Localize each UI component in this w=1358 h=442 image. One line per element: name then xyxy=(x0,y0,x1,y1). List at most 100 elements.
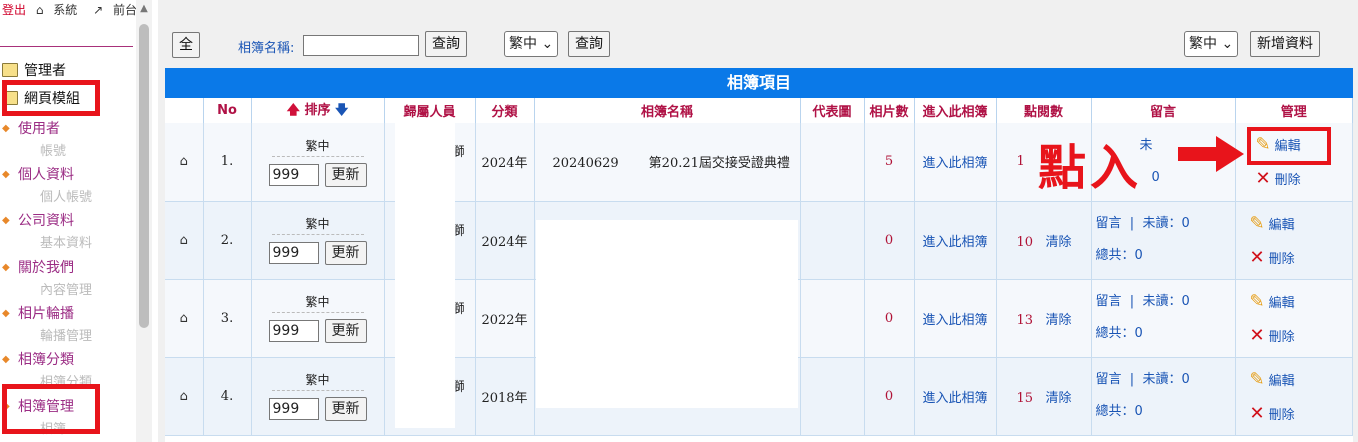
arrow-icon: ◆ xyxy=(2,307,10,319)
chevron-down-icon: ⌄ xyxy=(1221,36,1234,52)
sidebar-item-about[interactable]: ◆ 關於我們 xyxy=(2,257,74,277)
delete-label: 刪除 xyxy=(1274,173,1301,189)
main-panel: 全 相簿名稱: 查詢 繁中 ⌄ 查詢 繁中 ⌄ 新增資料 相簿項目 No 🡅 排… xyxy=(160,0,1358,442)
row-album-name[interactable]: 20240629 第20.21屆交接受證典禮 xyxy=(534,123,801,202)
sidebar-scrollbar[interactable]: ▲ xyxy=(136,0,152,442)
search-label: 相簿名稱: xyxy=(238,41,295,56)
row-messages: 留言 | 未讀：0 總共：0 xyxy=(1091,279,1236,358)
row-language: 繁中 xyxy=(271,293,364,313)
views-count: 15 xyxy=(1016,390,1034,406)
enter-album-link[interactable]: 進入此相簿 xyxy=(914,123,997,202)
messages-total: 0 xyxy=(1151,169,1160,185)
sidebar-sub-carousel[interactable]: 輪播管理 xyxy=(40,325,92,344)
clear-views-link[interactable]: 清除 xyxy=(1045,391,1071,406)
views-count: 1 xyxy=(1016,154,1025,170)
views-count: 10 xyxy=(1016,234,1034,250)
sidebar-sub-personal-account[interactable]: 個人帳號 xyxy=(40,186,92,205)
add-new-button[interactable]: 新增資料 xyxy=(1250,31,1320,57)
language-select-value: 繁中 xyxy=(1189,36,1217,52)
home-icon[interactable]: ⌂ xyxy=(180,389,188,404)
pencil-icon: ✎ xyxy=(1249,212,1265,234)
sidebar-item-profile[interactable]: ◆ 個人資料 xyxy=(2,164,74,184)
album-table: 相簿項目 No 🡅 排序 🡇 歸屬人員 分類 相簿名稱 代表圖 相片數 進入此相… xyxy=(165,68,1353,442)
edit-label: 編輯 xyxy=(1268,295,1295,311)
row-photo-count: 0 xyxy=(864,357,915,436)
close-icon: ✕ xyxy=(1249,402,1265,424)
row-number: 3. xyxy=(203,279,252,358)
row-cover xyxy=(800,357,865,436)
delete-button[interactable]: ✕ 刪除 xyxy=(1250,240,1353,274)
sidebar-item-label: 公司資料 xyxy=(18,213,74,229)
sidebar-item-users[interactable]: ◆ 使用者 xyxy=(2,118,60,138)
close-icon: ✕ xyxy=(1249,324,1265,346)
query-lang-button[interactable]: 查詢 xyxy=(568,31,610,57)
system-link[interactable]: ⌂ 系統 xyxy=(36,3,83,17)
sidebar-sub-basic-info[interactable]: 基本資料 xyxy=(40,232,92,251)
chevron-down-icon: ⌄ xyxy=(541,36,554,52)
row-manage: ✎ 編輯 ✕ 刪除 xyxy=(1235,201,1353,280)
clear-views-link[interactable]: 清除 xyxy=(1045,313,1071,328)
delete-button[interactable]: ✕ 刪除 xyxy=(1250,318,1353,352)
annotation-arrow-icon xyxy=(1178,136,1244,172)
messages-link[interactable]: 留言 xyxy=(1096,372,1122,387)
edit-button[interactable]: ✎ 編輯 xyxy=(1250,284,1353,318)
order-input[interactable]: 999 xyxy=(268,242,319,264)
messages-unread: 未讀：0 xyxy=(1142,372,1190,387)
sidebar-folder-admin[interactable]: 管理者 xyxy=(2,60,66,80)
clear-views-link[interactable]: 清除 xyxy=(1045,235,1071,250)
enter-album-link[interactable]: 進入此相簿 xyxy=(914,279,997,358)
sidebar-item-carousel[interactable]: ◆ 相片輪播 xyxy=(2,303,74,323)
messages-link[interactable]: 留言 xyxy=(1096,216,1122,231)
messages-unread: 未讀：0 xyxy=(1142,216,1190,231)
update-order-button[interactable]: 更新 xyxy=(324,319,367,343)
home-icon[interactable]: ⌂ xyxy=(180,311,188,326)
update-order-button[interactable]: 更新 xyxy=(324,241,367,265)
album-name-search-input[interactable] xyxy=(303,35,419,56)
row-views: 10 清除 xyxy=(996,201,1092,280)
enter-album-link[interactable]: 進入此相簿 xyxy=(914,201,997,280)
sidebar-sub-accounts[interactable]: 帳號 xyxy=(40,140,66,159)
home-icon[interactable]: ⌂ xyxy=(180,154,188,169)
sort-up-icon[interactable]: 🡅 xyxy=(287,103,300,118)
row-photo-count: 0 xyxy=(864,201,915,280)
header-album-name: 相簿名稱 xyxy=(534,98,801,123)
row-language: 繁中 xyxy=(271,215,364,235)
sidebar-item-company[interactable]: ◆ 公司資料 xyxy=(2,210,74,230)
home-icon[interactable]: ⌂ xyxy=(180,233,188,248)
edit-button[interactable]: ✎ 編輯 xyxy=(1250,362,1353,396)
order-input[interactable]: 999 xyxy=(268,163,319,186)
close-icon: ✕ xyxy=(1249,246,1265,268)
order-input[interactable]: 999 xyxy=(268,398,319,420)
row-order-cell: 繁中 999 更新 xyxy=(251,123,385,202)
row-order-cell: 繁中 999 更新 xyxy=(251,201,385,280)
delete-button[interactable]: ✕ 刪除 xyxy=(1250,162,1353,196)
sort-down-icon[interactable]: 🡇 xyxy=(335,103,348,118)
query-button[interactable]: 查詢 xyxy=(425,31,467,57)
row-category: 2018年 xyxy=(475,357,535,436)
arrow-icon: ◆ xyxy=(2,168,10,180)
update-order-button[interactable]: 更新 xyxy=(324,397,367,421)
logout-link[interactable]: 登出 xyxy=(2,3,26,17)
messages-total: 總共：0 xyxy=(1095,248,1143,263)
order-input[interactable]: 999 xyxy=(268,320,319,342)
enter-album-link[interactable]: 進入此相簿 xyxy=(914,357,997,436)
header-messages: 留言 xyxy=(1091,98,1236,123)
sidebar-item-label: 關於我們 xyxy=(18,260,74,276)
language-select[interactable]: 繁中 ⌄ xyxy=(504,31,559,57)
sidebar-item-album-category[interactable]: ◆ 相簿分類 xyxy=(2,349,74,369)
row-order-cell: 繁中 999 更新 xyxy=(251,279,385,358)
messages-link[interactable]: 留言 xyxy=(1096,294,1122,309)
sidebar-sub-content[interactable]: 內容管理 xyxy=(40,279,92,298)
language-select-right[interactable]: 繁中 ⌄ xyxy=(1184,31,1239,57)
update-order-button[interactable]: 更新 xyxy=(324,162,367,187)
album-name-text: 第20.21屆交接受證典禮 xyxy=(648,156,790,172)
table-title: 相簿項目 xyxy=(165,68,1353,98)
scroll-up-icon[interactable]: ▲ xyxy=(136,2,152,16)
edit-button[interactable]: ✎ 編輯 xyxy=(1250,206,1353,240)
show-all-button[interactable]: 全 xyxy=(172,32,200,58)
delete-button[interactable]: ✕ 刪除 xyxy=(1250,396,1353,430)
scrollbar-thumb[interactable] xyxy=(139,24,149,328)
annotation-click-text: 點入 xyxy=(1038,140,1143,196)
row-manage: ✎ 編輯 ✕ 刪除 xyxy=(1235,357,1353,436)
sidebar-divider xyxy=(0,46,133,47)
